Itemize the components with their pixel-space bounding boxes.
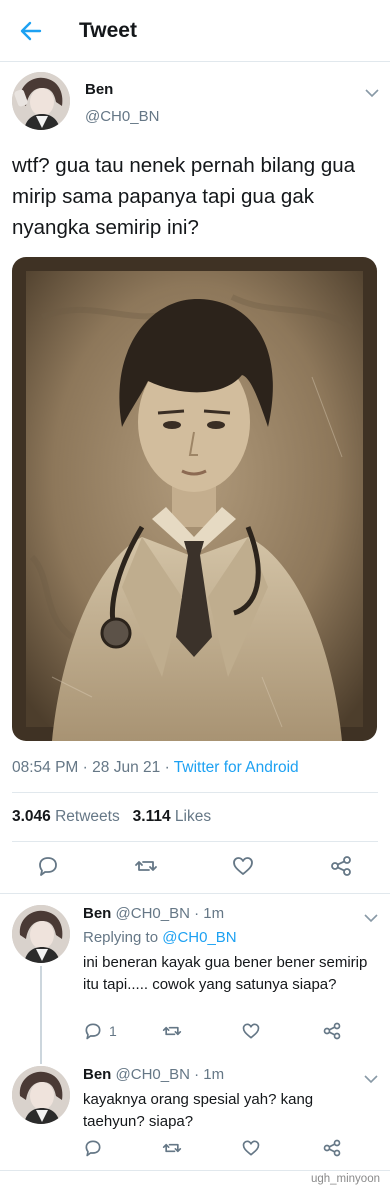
reply-count: 1 bbox=[109, 1023, 117, 1039]
meta-separator: · bbox=[164, 759, 170, 776]
avatar[interactable] bbox=[12, 905, 70, 963]
tweet-time: 08:54 PM bbox=[12, 759, 79, 776]
share-icon[interactable] bbox=[322, 1138, 342, 1158]
retweets-label[interactable]: Retweets bbox=[55, 808, 120, 825]
like-heart-icon[interactable] bbox=[231, 854, 255, 878]
retweet-icon[interactable] bbox=[162, 1138, 182, 1158]
reply-author-handle[interactable]: @CH0_BN bbox=[116, 1066, 190, 1083]
top-bar: Tweet bbox=[0, 0, 390, 62]
reply-icon[interactable] bbox=[36, 854, 60, 878]
divider bbox=[12, 792, 378, 793]
tweet-date: 28 Jun 21 bbox=[92, 759, 161, 776]
retweets-count[interactable]: 3.046 bbox=[12, 808, 51, 825]
like-heart-icon[interactable] bbox=[241, 1138, 261, 1158]
like-heart-icon[interactable] bbox=[241, 1021, 261, 1041]
replying-to: Replying to @CH0_BN bbox=[83, 929, 237, 946]
tweet-photo[interactable] bbox=[12, 257, 377, 741]
tweet-meta: 08:54 PM · 28 Jun 21 · Twitter for Andro… bbox=[12, 759, 299, 777]
chevron-down-icon[interactable] bbox=[365, 85, 379, 98]
tweet-source-link[interactable]: Twitter for Android bbox=[174, 759, 299, 776]
reply-author-handle[interactable]: @CH0_BN bbox=[116, 905, 190, 922]
thread-line bbox=[40, 966, 42, 1064]
likes-label[interactable]: Likes bbox=[175, 808, 211, 825]
page-title: Tweet bbox=[79, 19, 137, 42]
share-icon[interactable] bbox=[322, 1021, 342, 1041]
avatar[interactable] bbox=[12, 72, 70, 130]
divider bbox=[0, 1170, 390, 1171]
replying-label: Replying to bbox=[83, 929, 159, 946]
likes-count[interactable]: 3.114 bbox=[133, 808, 171, 825]
reply-author[interactable]: Ben @CH0_BN · 1m bbox=[83, 1066, 224, 1083]
tweet-text: wtf? gua tau nenek pernah bilang gua mir… bbox=[12, 154, 356, 239]
meta-separator: · bbox=[82, 759, 88, 776]
author-handle[interactable]: @CH0_BN bbox=[85, 108, 159, 125]
reply-text: ini beneran kayak gua bener bener semiri… bbox=[83, 954, 368, 993]
reply-age: · 1m bbox=[194, 1066, 225, 1083]
reply-icon[interactable] bbox=[83, 1138, 103, 1158]
reply-author[interactable]: Ben @CH0_BN · 1m bbox=[83, 905, 224, 922]
reply-icon[interactable] bbox=[83, 1021, 103, 1041]
reply-age: · 1m bbox=[194, 905, 225, 922]
author-name[interactable]: Ben bbox=[85, 81, 113, 98]
reply-author-name[interactable]: Ben bbox=[83, 1066, 111, 1083]
retweet-icon[interactable] bbox=[162, 1021, 182, 1041]
chevron-down-icon[interactable] bbox=[364, 1071, 378, 1084]
replying-to-link[interactable]: @CH0_BN bbox=[162, 929, 236, 946]
share-icon[interactable] bbox=[329, 854, 353, 878]
reply-text: kayaknya orang spesial yah? kang taehyun… bbox=[83, 1091, 314, 1130]
divider bbox=[12, 841, 378, 842]
chevron-down-icon[interactable] bbox=[364, 910, 378, 923]
back-arrow-icon[interactable] bbox=[18, 18, 44, 44]
watermark: ugh_minyoon bbox=[310, 1173, 380, 1185]
divider bbox=[0, 893, 390, 894]
tweet-stats: 3.046 Retweets 3.114 Likes bbox=[12, 808, 211, 826]
avatar[interactable] bbox=[12, 1066, 70, 1124]
retweet-icon[interactable] bbox=[134, 854, 158, 878]
reply-author-name[interactable]: Ben bbox=[83, 905, 111, 922]
